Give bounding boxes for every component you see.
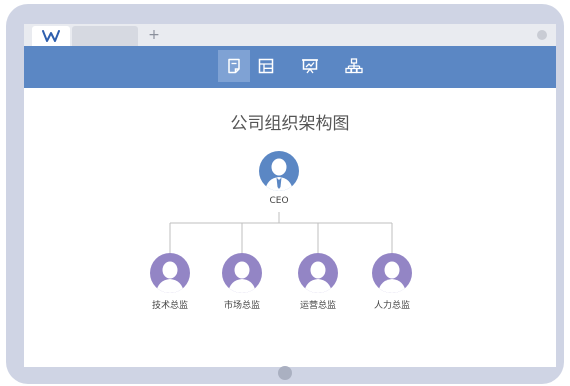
director-label: 市场总监 xyxy=(223,301,260,311)
home-button[interactable] xyxy=(278,366,292,380)
document-icon xyxy=(228,58,240,74)
person-icon xyxy=(228,261,256,293)
director-avatar xyxy=(150,253,190,293)
person-icon xyxy=(304,261,332,293)
person-icon xyxy=(156,261,184,293)
wps-logo-icon xyxy=(42,30,60,42)
tool-presentation-button[interactable] xyxy=(294,50,326,82)
person-icon xyxy=(265,158,293,191)
toolbar xyxy=(24,46,556,88)
tool-document-button[interactable] xyxy=(218,50,250,82)
ceo-label: CEO xyxy=(269,196,289,206)
spreadsheet-icon xyxy=(258,58,274,74)
person-icon xyxy=(378,261,406,293)
presentation-icon xyxy=(302,59,318,74)
ceo-avatar xyxy=(259,151,299,191)
director-node-tech[interactable]: 技术总监 xyxy=(130,253,210,311)
tab-strip: + xyxy=(24,24,556,46)
window-control-dot[interactable] xyxy=(537,30,547,40)
director-label: 技术总监 xyxy=(151,301,188,311)
org-chart-icon xyxy=(345,58,363,74)
director-node-hr[interactable]: 人力总监 xyxy=(352,253,432,311)
app-screen: + 公司组织架构图 CEO 技术总监 市场总监 运营总监 人力总监 xyxy=(24,24,556,367)
tool-spreadsheet-button[interactable] xyxy=(250,50,282,82)
document-canvas[interactable]: 公司组织架构图 CEO 技术总监 市场总监 运营总监 人力总监 xyxy=(24,88,556,367)
director-avatar xyxy=(222,253,262,293)
director-node-marketing[interactable]: 市场总监 xyxy=(202,253,282,311)
director-avatar xyxy=(298,253,338,293)
ceo-node[interactable]: CEO xyxy=(239,151,319,206)
home-tab[interactable] xyxy=(32,26,70,46)
tablet-frame: + 公司组织架构图 CEO 技术总监 市场总监 运营总监 人力总监 xyxy=(6,4,564,384)
document-tab[interactable] xyxy=(72,26,138,46)
new-tab-button[interactable]: + xyxy=(146,25,162,45)
connector-lines xyxy=(169,212,393,253)
director-avatar xyxy=(372,253,412,293)
director-node-operations[interactable]: 运营总监 xyxy=(278,253,358,311)
director-label: 运营总监 xyxy=(299,301,336,311)
director-label: 人力总监 xyxy=(373,301,410,311)
tool-org-chart-button[interactable] xyxy=(338,50,370,82)
